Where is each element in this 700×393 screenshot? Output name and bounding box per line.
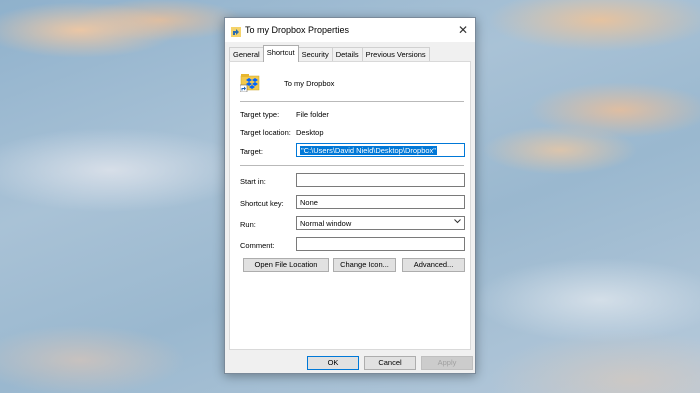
comment-field[interactable] — [296, 237, 465, 251]
target-location-label: Target location: — [240, 128, 291, 137]
tab-security[interactable]: Security — [297, 47, 333, 62]
tab-general[interactable]: General — [229, 47, 264, 62]
divider — [240, 101, 464, 102]
ok-button[interactable]: OK — [307, 356, 359, 370]
shortcut-icon — [231, 24, 241, 37]
start-in-field[interactable] — [296, 173, 465, 187]
target-label: Target: — [240, 147, 263, 156]
open-file-location-button[interactable]: Open File Location — [243, 258, 329, 272]
window-title: To my Dropbox Properties — [245, 25, 350, 35]
target-type-label: Target type: — [240, 110, 280, 119]
run-label: Run: — [240, 220, 256, 229]
cancel-button[interactable]: Cancel — [364, 356, 416, 370]
tab-shortcut[interactable]: Shortcut — [262, 45, 299, 62]
target-field[interactable]: "C:\Users\David Nield\Desktop\Dropbox" — [296, 143, 465, 157]
close-icon[interactable]: ✕ — [451, 18, 475, 42]
tab-details[interactable]: Details — [331, 47, 363, 62]
properties-dialog: To my Dropbox Properties ✕ General Short… — [224, 17, 476, 374]
title-bar: To my Dropbox Properties ✕ — [225, 18, 475, 42]
shortcut-key-label: Shortcut key: — [240, 199, 284, 208]
target-type-value: File folder — [296, 110, 329, 119]
run-select[interactable]: Normal window — [296, 216, 465, 230]
shortcut-name: To my Dropbox — [284, 79, 335, 88]
target-value: "C:\Users\David Nield\Desktop\Dropbox" — [300, 146, 437, 155]
run-value: Normal window — [300, 219, 352, 228]
dropbox-shortcut-icon — [239, 72, 262, 93]
divider — [240, 165, 464, 166]
advanced-button[interactable]: Advanced... — [402, 258, 465, 272]
shortcut-panel: To my Dropbox Target type: File folder T… — [229, 61, 471, 350]
chevron-down-icon — [454, 218, 461, 226]
start-in-label: Start in: — [240, 177, 266, 186]
change-icon-button[interactable]: Change Icon... — [333, 258, 396, 272]
tab-previous-versions[interactable]: Previous Versions — [361, 47, 430, 62]
tab-strip: General Shortcut Security Details Previo… — [229, 45, 430, 62]
comment-label: Comment: — [240, 241, 275, 250]
shortcut-key-field[interactable]: None — [296, 195, 465, 209]
apply-button[interactable]: Apply — [421, 356, 473, 370]
target-location-value: Desktop — [296, 128, 324, 137]
